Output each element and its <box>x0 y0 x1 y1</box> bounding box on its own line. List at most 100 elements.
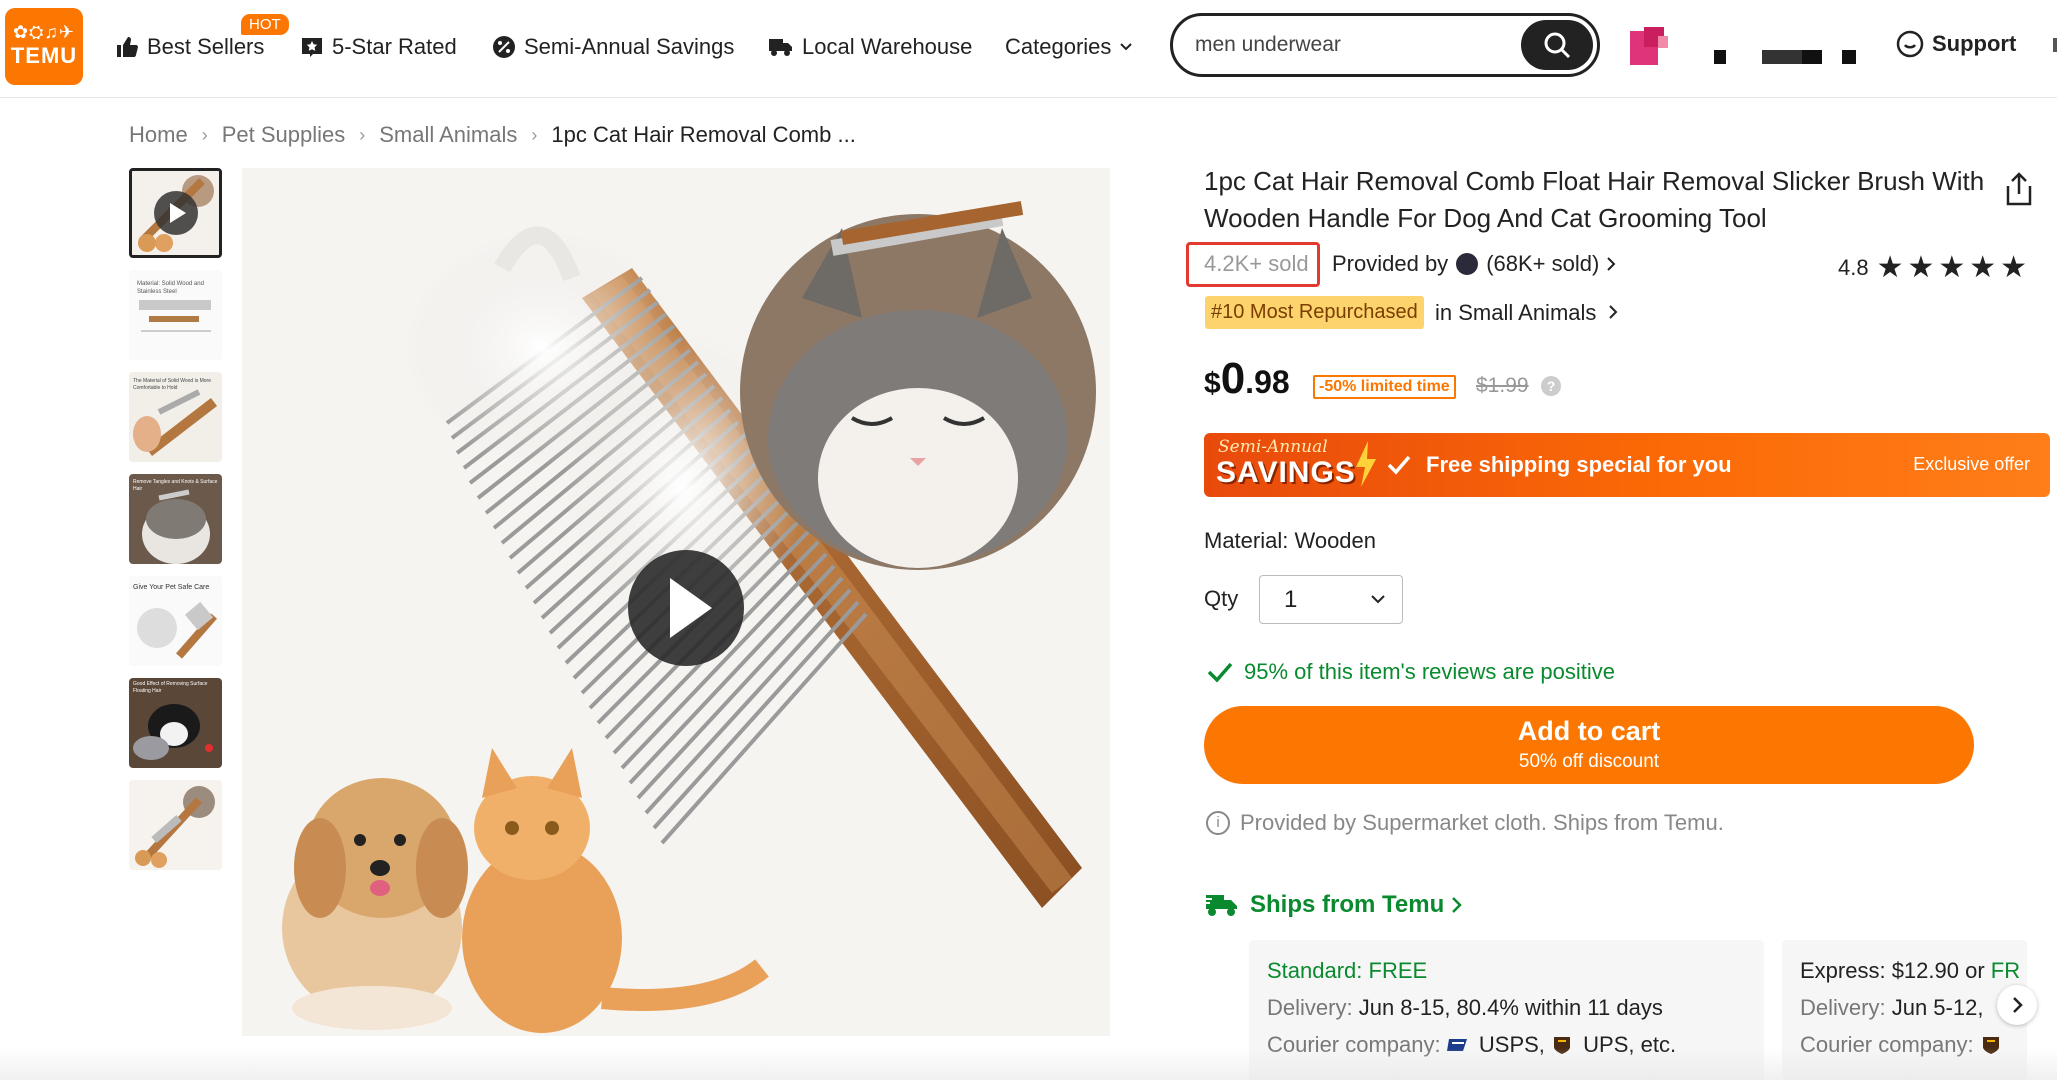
discount-tag: -50% limited time <box>1313 375 1456 399</box>
top-nav: ✿⛭♫✈ TEMU Best Sellers HOT 5-Star Rated … <box>0 0 2057 98</box>
chevron-right-icon <box>1452 897 1463 913</box>
standard-courier: Courier company: USPS, UPS, etc. <box>1267 1032 1676 1058</box>
thumbnail-material[interactable]: Material: Solid Wood and Stainless Steel <box>129 270 222 360</box>
thumbs-up-icon <box>117 37 138 57</box>
thumbnail-cat[interactable]: Remove Tangles and Knots & Surface Hair <box>129 474 222 564</box>
add-to-cart-label: Add to cart <box>1517 716 1661 746</box>
thumbnail-video-image <box>132 171 219 255</box>
reviews-positive-text: 95% of this item's reviews are positive <box>1244 659 1616 684</box>
share-icon <box>2006 172 2032 206</box>
logo-glyphs: ✿⛭♫✈ <box>12 22 76 42</box>
nav-local-warehouse[interactable]: Local Warehouse <box>768 32 972 62</box>
local-warehouse-label: Local Warehouse <box>802 34 973 59</box>
categories-label: Categories <box>1005 34 1112 59</box>
standard-shipping-title: Standard: FREE <box>1267 958 1428 983</box>
logo-text: TEMU <box>10 43 78 68</box>
express-title-free: FR <box>1990 958 2021 983</box>
thumbnail-overview-image <box>129 780 222 870</box>
price-currency: $ <box>1204 367 1221 400</box>
search-input[interactable] <box>1195 30 1515 60</box>
standard-delivery-value: Jun 8-15, 80.4% within 11 days <box>1358 995 1663 1020</box>
thumbnail-overview[interactable] <box>129 780 222 870</box>
express-courier: Courier company: <box>1800 1032 2006 1058</box>
promo-text: Free shipping special for you <box>1426 452 1732 477</box>
main-product-image[interactable] <box>242 168 1110 1036</box>
search-button[interactable] <box>1521 20 1593 70</box>
thumbnail-dog[interactable]: Good Effect of Removing Surface Floating… <box>129 678 222 768</box>
star-badge-icon <box>302 38 322 57</box>
express-shipping-title: Express: $12.90 or FR <box>1800 958 2020 984</box>
shipping-option-standard[interactable]: Standard: FREE Delivery: Jun 8-15, 80.4%… <box>1249 940 1764 1080</box>
courier-label: Courier company: <box>1267 1032 1441 1057</box>
shipping-next-button[interactable] <box>1997 985 2037 1025</box>
chevron-right-icon <box>1607 257 1616 271</box>
rating[interactable]: 4.8 ★★★★★ <box>1838 250 2031 285</box>
semi-annual-label: Semi-Annual Savings <box>524 34 735 59</box>
nav-support[interactable]: Support <box>1896 30 2016 58</box>
chevron-right-icon <box>1608 305 1617 319</box>
sold-count: 4.2K+ sold <box>1204 251 1309 276</box>
thumbnail-caption: Good Effect of Removing Surface Floating… <box>133 681 208 694</box>
product-photo <box>242 168 1110 1036</box>
search-bar <box>1170 13 1600 77</box>
share-button[interactable] <box>2004 172 2034 211</box>
seller-link[interactable]: Provided by (68K+ sold) <box>1332 251 1617 277</box>
delivery-label: Delivery: <box>1800 995 1886 1020</box>
chevron-down-icon <box>1120 43 1133 51</box>
thumbnail-handle[interactable]: The Material of Solid Wood is More Comfo… <box>129 372 222 462</box>
product-title: 1pc Cat Hair Removal Comb Float Hair Rem… <box>1204 166 1985 233</box>
thumbnail-caption: The Material of Solid Wood is More Comfo… <box>133 378 211 391</box>
price: $0.98 <box>1204 354 1290 404</box>
rating-stars: ★★★★★ <box>1876 251 2032 284</box>
standard-delivery: Delivery: Jun 8-15, 80.4% within 11 days <box>1267 995 1663 1021</box>
thumbnail-caption: Material: Solid Wood and Stainless Steel <box>137 281 204 295</box>
price-cents: .98 <box>1245 364 1290 400</box>
info-icon: i <box>1206 811 1230 835</box>
breadcrumb-current: 1pc Cat Hair Removal Comb ... <box>551 122 856 147</box>
search-icon <box>1544 32 1571 59</box>
rank-category-label: in Small Animals <box>1435 300 1597 325</box>
breadcrumb-pet-supplies[interactable]: Pet Supplies <box>222 122 346 148</box>
temu-logo[interactable]: ✿⛭♫✈ TEMU <box>5 8 83 85</box>
breadcrumb: Home › Pet Supplies › Small Animals › 1p… <box>129 122 856 148</box>
price-help-icon[interactable]: ? <box>1541 376 1561 396</box>
breadcrumb-home[interactable]: Home <box>129 122 188 148</box>
lightning-icon <box>1356 441 1376 487</box>
breadcrumb-small-animals[interactable]: Small Animals <box>379 122 517 148</box>
provided-info-text: Provided by Supermarket cloth. Ships fro… <box>1240 810 1724 835</box>
add-to-cart-button[interactable]: Add to cart 50% off discount <box>1204 706 1974 784</box>
promo-banner[interactable]: Semi-Annual SAVINGS Free shipping specia… <box>1204 433 2050 497</box>
ships-from-link[interactable]: Ships from Temu <box>1204 891 1474 919</box>
ups-icon <box>1982 1037 1999 1054</box>
delivery-label: Delivery: <box>1267 995 1353 1020</box>
breadcrumb-separator-icon: › <box>531 124 538 145</box>
promo-badge-line1: Semi-Annual <box>1218 437 1328 457</box>
ups-icon <box>1554 1037 1571 1054</box>
check-icon <box>1387 455 1411 475</box>
nav-categories[interactable]: Categories <box>1005 32 1133 62</box>
thumbnail-video[interactable] <box>129 168 222 258</box>
nav-five-star[interactable]: 5-Star Rated <box>300 32 457 62</box>
thumbnail-safe-care[interactable]: Give Your Pet Safe Care <box>129 576 222 666</box>
chat-support-icon <box>1896 30 1924 58</box>
shipping-option-express[interactable]: Express: $12.90 or FR Delivery: Jun 5-12… <box>1782 940 2027 1080</box>
seller-avatar <box>1456 253 1479 275</box>
qty-label: Qty <box>1204 586 1239 611</box>
chevron-down-icon <box>1371 595 1385 604</box>
courier-usps: USPS, <box>1478 1032 1545 1057</box>
price-whole: 0 <box>1220 354 1246 403</box>
seller-sold-count: (68K+ sold) <box>1486 251 1600 276</box>
rank-category-link[interactable]: in Small Animals <box>1435 300 1619 326</box>
nav-semi-annual[interactable]: Semi-Annual Savings <box>492 32 734 62</box>
qty-select[interactable]: 1 <box>1259 575 1403 624</box>
provided-info: i Provided by Supermarket cloth. Ships f… <box>1206 810 1724 836</box>
repurchased-badge: #10 Most Repurchased <box>1205 296 1424 329</box>
provided-by-label: Provided by <box>1332 251 1449 276</box>
nav-best-sellers[interactable]: Best Sellers <box>115 32 264 62</box>
percent-badge-icon <box>493 36 515 58</box>
delivery-truck-icon <box>1204 895 1237 916</box>
express-title-prefix: Express: $12.90 or <box>1800 958 1991 983</box>
breadcrumb-separator-icon: › <box>201 124 208 145</box>
courier-label: Courier company: <box>1800 1032 1974 1057</box>
chevron-right-icon <box>2013 997 2023 1013</box>
